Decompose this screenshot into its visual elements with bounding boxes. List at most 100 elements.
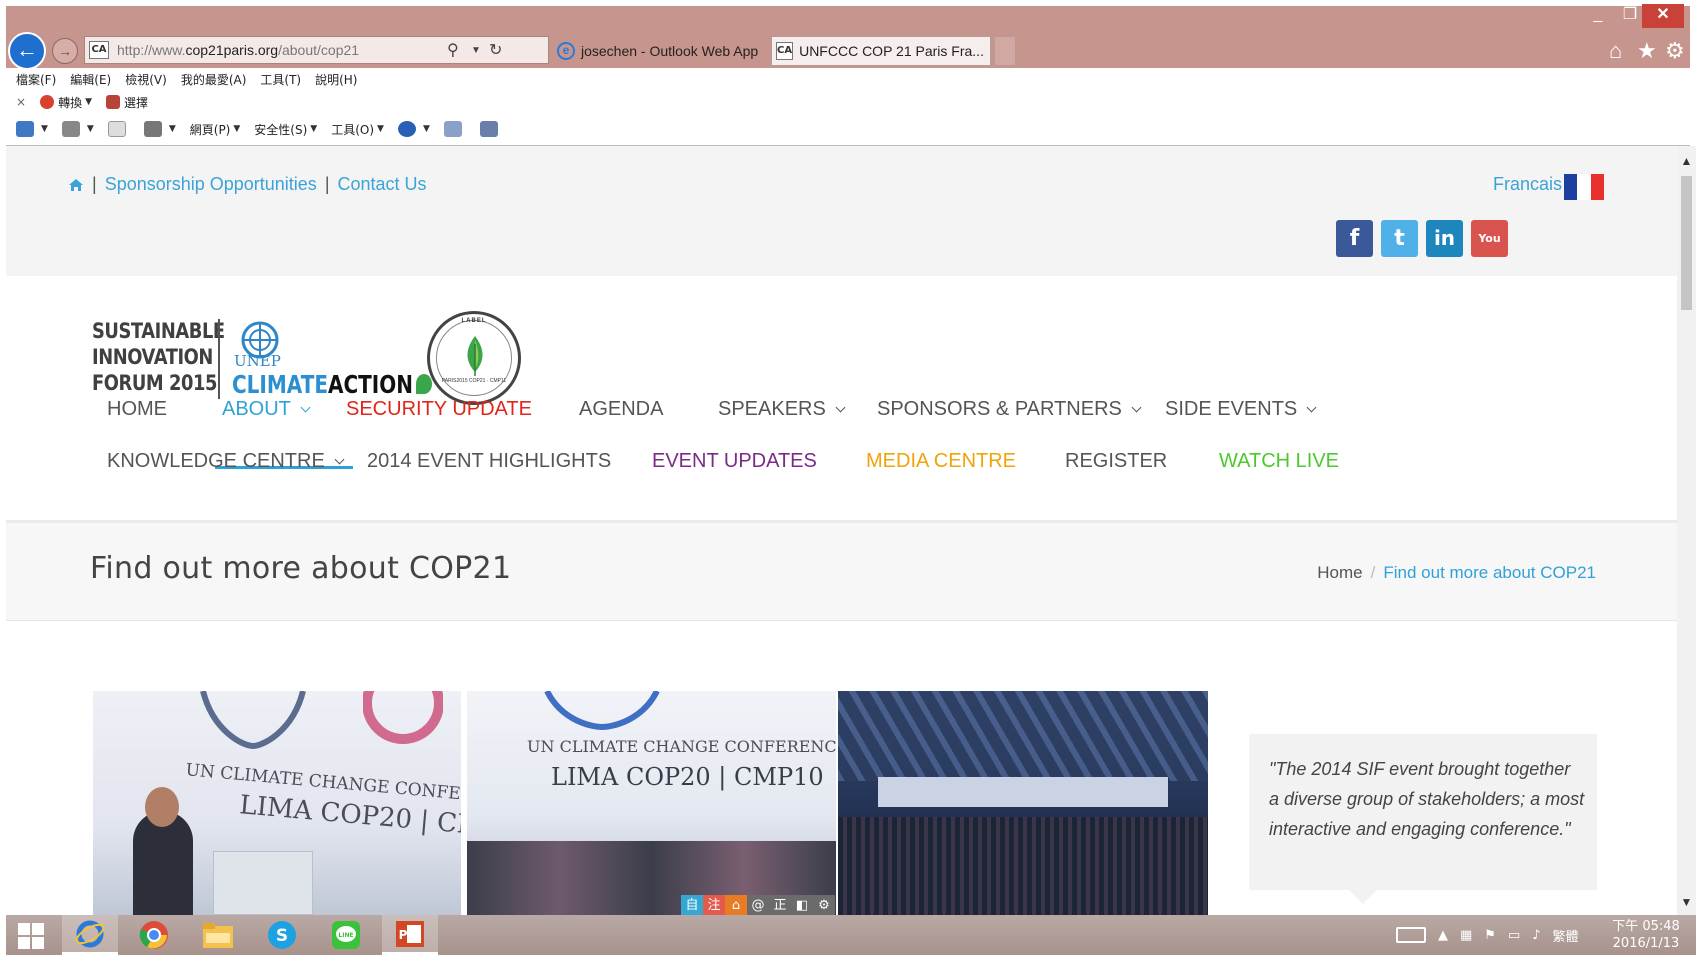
- powerpoint-icon: P: [396, 920, 424, 947]
- taskbar-skype[interactable]: S: [254, 915, 310, 955]
- ime-width-icon[interactable]: ◧: [791, 895, 813, 917]
- caret-icon: ▼: [41, 124, 48, 134]
- onenote-button[interactable]: [479, 121, 502, 137]
- sif-logo[interactable]: SUSTAINABLE INNOVATION FORUM 2015: [92, 318, 225, 396]
- minimize-button[interactable]: _: [1580, 4, 1616, 28]
- safety-menu[interactable]: 安全性(S) ▼: [254, 121, 317, 138]
- windows-logo-icon: [18, 923, 30, 935]
- nav-media-centre[interactable]: MEDIA CENTRE: [866, 450, 1016, 473]
- photo-speaker-podium[interactable]: UN CLIMATE CHANGE CONFERENCE LIMA COP20 …: [93, 691, 461, 915]
- taskbar-chrome[interactable]: [126, 915, 182, 955]
- language-link[interactable]: Francais: [1493, 174, 1562, 195]
- menu-edit[interactable]: 編輯(E): [70, 71, 111, 88]
- tab-close-icon[interactable]: ×: [990, 43, 991, 59]
- new-tab-button[interactable]: [994, 36, 1016, 66]
- taskbar-line[interactable]: LINE: [318, 915, 374, 955]
- select-button[interactable]: 選擇: [106, 94, 148, 111]
- ime-at-icon[interactable]: @: [747, 895, 769, 917]
- breadcrumb-home-link[interactable]: Home: [1317, 563, 1362, 583]
- address-url[interactable]: http://www.cop21paris.org/about/cop21: [117, 42, 359, 58]
- nav-label: MEDIA CENTRE: [866, 450, 1017, 472]
- vertical-scrollbar[interactable]: ▲ ▼: [1677, 146, 1696, 915]
- menu-view[interactable]: 檢視(V): [125, 71, 167, 88]
- input-language[interactable]: 繁體: [1553, 926, 1579, 945]
- nav-sponsors-partners[interactable]: SPONSORS & PARTNERS: [877, 398, 1142, 421]
- photo-conference-stage[interactable]: UN CLIMATE CHANGE CONFERENCE LIMA COP20 …: [467, 691, 836, 915]
- keyboard-icon[interactable]: [1396, 927, 1426, 943]
- nav-agenda[interactable]: AGENDA: [579, 398, 663, 421]
- network-icon[interactable]: ▭: [1508, 928, 1520, 943]
- ime-phonetic-icon[interactable]: 注: [703, 895, 725, 917]
- taskbar-file-explorer[interactable]: [190, 915, 246, 955]
- nav-watch-live[interactable]: WATCH LIVE: [1219, 450, 1339, 473]
- volume-icon[interactable]: ♪: [1532, 928, 1540, 943]
- caret-icon: ▼: [422, 124, 430, 134]
- ime-settings-icon[interactable]: ⚙: [813, 895, 835, 917]
- taskbar-ie[interactable]: [62, 915, 118, 955]
- nav-event-updates[interactable]: EVENT UPDATES: [652, 450, 817, 473]
- menu-tools[interactable]: 工具(T): [260, 71, 301, 88]
- toolbar-home-button[interactable]: ▼: [16, 121, 48, 137]
- mail-button[interactable]: [107, 121, 130, 137]
- scroll-up-icon[interactable]: ▲: [1677, 154, 1696, 168]
- print-button[interactable]: ▼: [143, 121, 176, 137]
- close-window-button[interactable]: ✕: [1642, 4, 1684, 28]
- toolbar-close-icon[interactable]: ×: [16, 95, 26, 109]
- home-icon[interactable]: [68, 178, 84, 192]
- show-hidden-icons[interactable]: ▲: [1438, 928, 1448, 943]
- action-center-icon[interactable]: ⚑: [1484, 928, 1496, 943]
- nav-speakers[interactable]: SPEAKERS: [718, 398, 846, 421]
- tools-menu[interactable]: 工具(O) ▼: [331, 121, 384, 138]
- nav-label: 2014 EVENT HIGHLIGHTS: [367, 450, 612, 472]
- nav-about[interactable]: ABOUT: [222, 398, 311, 421]
- tab-cop21[interactable]: CA UNFCCC COP 21 Paris Fra... ×: [771, 36, 991, 66]
- ime-mode-icon[interactable]: 自: [681, 895, 703, 917]
- nav-security-update[interactable]: SECURITY UPDATE: [346, 398, 532, 421]
- nav-home[interactable]: HOME: [107, 398, 167, 421]
- favorites-star-icon[interactable]: ★: [1637, 38, 1657, 64]
- search-icon[interactable]: ⚲: [447, 40, 459, 60]
- ime-symbol-icon[interactable]: ⌂: [725, 895, 747, 917]
- ime-traditional-icon[interactable]: 正: [769, 895, 791, 917]
- speaker-head: [145, 787, 179, 827]
- taskbar-powerpoint[interactable]: P: [382, 915, 438, 955]
- feeds-button[interactable]: ▼: [61, 121, 94, 137]
- nav-side-events[interactable]: SIDE EVENTS: [1165, 398, 1317, 421]
- search-dropdown-icon[interactable]: ▼: [471, 45, 481, 56]
- menu-file[interactable]: 檔案(F): [16, 71, 56, 88]
- quote-pointer: [1349, 890, 1377, 904]
- address-bar[interactable]: CA http://www.cop21paris.org/about/cop21…: [84, 36, 549, 64]
- nav-knowledge-centre[interactable]: KNOWLEDGE CENTRE: [107, 450, 345, 473]
- sponsorship-link[interactable]: Sponsorship Opportunities: [105, 174, 317, 195]
- linkedin-icon[interactable]: in: [1426, 220, 1463, 257]
- twitter-icon[interactable]: t: [1381, 220, 1418, 257]
- convert-button[interactable]: 轉換 ▼: [40, 94, 92, 111]
- refresh-icon[interactable]: ↻: [489, 40, 502, 60]
- home-icon[interactable]: ⌂: [1609, 38, 1622, 64]
- photo-plenary-hall[interactable]: [838, 691, 1208, 915]
- taskbar-clock[interactable]: 下午 05:48 2016/1/13: [1606, 918, 1686, 952]
- page-menu[interactable]: 網頁(P) ▼: [190, 121, 241, 138]
- climate-action-logo: CLIMATEACTION: [232, 370, 433, 399]
- flag-stripe: [1577, 174, 1591, 200]
- settings-gear-icon[interactable]: ⚙: [1665, 38, 1685, 64]
- back-button[interactable]: ←: [8, 32, 46, 70]
- research-button[interactable]: [443, 121, 466, 137]
- menu-favorites[interactable]: 我的最愛(A): [181, 71, 247, 88]
- print-icon: [143, 121, 162, 137]
- start-button[interactable]: [18, 923, 44, 949]
- menu-help[interactable]: 說明(H): [315, 71, 357, 88]
- france-flag-icon[interactable]: [1564, 174, 1604, 200]
- windows-flag-icon[interactable]: ▦: [1460, 928, 1472, 943]
- help-button[interactable]: ▼: [397, 121, 430, 137]
- scroll-down-icon[interactable]: ▼: [1677, 895, 1696, 909]
- contact-link[interactable]: Contact Us: [338, 174, 427, 195]
- tab-outlook[interactable]: e josechen - Outlook Web App: [553, 36, 768, 66]
- page-title: Find out more about COP21: [90, 551, 512, 586]
- facebook-icon[interactable]: f: [1336, 220, 1373, 257]
- nav-2014-highlights[interactable]: 2014 EVENT HIGHLIGHTS: [367, 450, 611, 473]
- scroll-thumb[interactable]: [1681, 176, 1692, 310]
- youtube-icon[interactable]: You: [1471, 220, 1508, 257]
- nav-register[interactable]: REGISTER: [1065, 450, 1167, 473]
- forward-button[interactable]: →: [52, 38, 78, 64]
